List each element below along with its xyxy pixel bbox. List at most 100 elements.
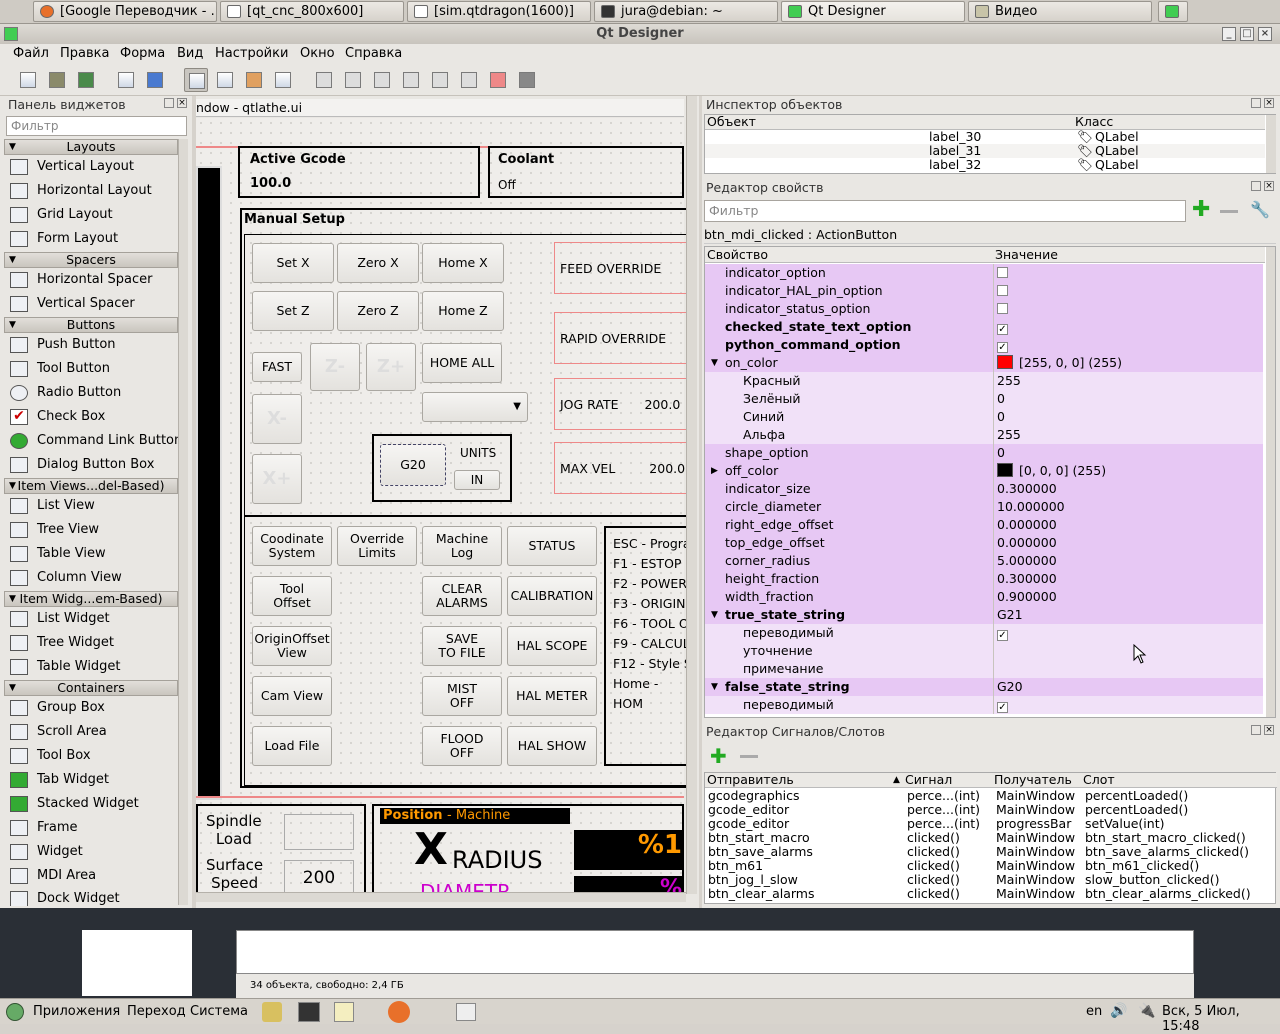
expand-down-icon[interactable]: ▼ xyxy=(711,606,718,624)
color-swatch-icon[interactable] xyxy=(997,463,1013,477)
widget-vertical-spacer[interactable]: Vertical Spacer xyxy=(10,293,135,315)
menu-window[interactable]: Окно xyxy=(300,46,335,61)
widget-stacked-widget[interactable]: Stacked Widget xyxy=(10,793,139,815)
open-file-icon[interactable] xyxy=(45,68,69,92)
property-value[interactable]: ✓ xyxy=(997,336,1008,354)
menu-help[interactable]: Справка xyxy=(345,46,402,61)
property-value[interactable]: 255 xyxy=(997,426,1021,444)
signal-connection-row[interactable]: btn_m61 clicked() MainWindow btn_m61_clicke… xyxy=(705,859,1280,873)
layout-grid-icon[interactable] xyxy=(428,68,452,92)
layout-vertical-icon[interactable] xyxy=(341,68,365,92)
col-property-header[interactable]: Свойство xyxy=(707,247,768,262)
max-vel-slider[interactable]: MAX VEL 200.0 xyxy=(554,442,694,494)
layout-form-icon[interactable] xyxy=(457,68,481,92)
widget-dialog-button-box[interactable]: Dialog Button Box xyxy=(10,454,154,476)
qt-icon[interactable] xyxy=(4,27,18,41)
jog-x-minus-button[interactable]: X- xyxy=(252,394,302,444)
object-row[interactable]: label_32 🏷 QLabel xyxy=(705,158,1265,172)
property-row[interactable]: indicator_HAL_pin_option xyxy=(705,282,1263,300)
property-value[interactable]: 0.000000 xyxy=(997,534,1057,552)
widget-vertical-layout[interactable]: Vertical Layout xyxy=(10,156,134,178)
property-row[interactable]: on_color ▼ [255, 0, 0] (255) xyxy=(705,354,1263,372)
unchecked-checkbox-icon[interactable] xyxy=(997,285,1008,296)
remove-connection-icon[interactable] xyxy=(740,755,758,758)
layout-horizontal-icon[interactable] xyxy=(312,68,336,92)
property-row[interactable]: width_fraction 0.900000 xyxy=(705,588,1263,606)
volume-icon[interactable]: 🔊 xyxy=(1110,1003,1127,1019)
signal-connection-row[interactable]: btn_start_macro clicked() MainWindow btn_st… xyxy=(705,831,1280,845)
widget-tool-button[interactable]: Tool Button xyxy=(10,358,110,380)
menu-view[interactable]: Вид xyxy=(177,46,203,61)
property-row[interactable]: shape_option 0 xyxy=(705,444,1263,462)
object-inspector-scrollbar[interactable] xyxy=(1266,115,1276,173)
taskbar-tab-terminal[interactable]: jura@debian: ~ xyxy=(594,1,778,22)
widget-grid-layout[interactable]: Grid Layout xyxy=(10,204,113,226)
property-row[interactable]: indicator_option xyxy=(705,264,1263,282)
property-row[interactable]: переводимый ✓ xyxy=(705,624,1263,642)
property-value[interactable]: 0.900000 xyxy=(997,588,1057,606)
zero-z-button[interactable]: Zero Z xyxy=(337,291,419,331)
window-titlebar[interactable]: Qt Designer _ □ × xyxy=(0,24,1280,44)
fast-button[interactable]: FAST xyxy=(252,352,302,382)
system-menu[interactable]: Система xyxy=(190,1004,248,1019)
taskbar-tab-qt-mini[interactable] xyxy=(1158,1,1188,22)
checked-checkbox-icon[interactable]: ✓ xyxy=(997,702,1008,713)
expand-down-icon[interactable]: ▼ xyxy=(711,678,718,696)
widget-scroll-area[interactable]: Scroll Area xyxy=(10,721,107,743)
widget-horizontal-spacer[interactable]: Horizontal Spacer xyxy=(10,269,152,291)
new-file-icon[interactable] xyxy=(16,68,40,92)
set-z-button[interactable]: Set Z xyxy=(252,291,334,331)
widget-mdi-area[interactable]: MDI Area xyxy=(10,865,96,887)
property-value[interactable]: ✓ xyxy=(997,318,1008,336)
property-row[interactable]: indicator_size 0.300000 xyxy=(705,480,1263,498)
taskbar-tab-video[interactable]: Видео xyxy=(968,1,1152,22)
edit-buddies-icon[interactable] xyxy=(242,68,266,92)
property-value[interactable]: [0, 0, 0] (255) xyxy=(997,462,1106,480)
property-row[interactable]: circle_diameter 10.000000 xyxy=(705,498,1263,516)
property-value[interactable]: 0.300000 xyxy=(997,570,1057,588)
send-back-icon[interactable] xyxy=(114,68,138,92)
col-object-header[interactable]: Объект xyxy=(707,115,756,129)
property-row[interactable]: примечание xyxy=(705,660,1263,678)
category-item-widgets[interactable]: Item Widg...em-Based) xyxy=(4,591,178,607)
col-value-header[interactable]: Значение xyxy=(995,247,1058,262)
cam-view-button[interactable]: Cam View xyxy=(252,676,332,716)
taskbar-tab-sim[interactable]: [sim.qtdragon(1600)] xyxy=(407,1,591,22)
property-row[interactable]: Альфа 255 xyxy=(705,426,1263,444)
property-value[interactable]: 5.000000 xyxy=(997,552,1057,570)
object-row[interactable]: label_31 🏷 QLabel xyxy=(705,144,1265,158)
property-value[interactable]: ✓ xyxy=(997,624,1008,642)
widget-tree-widget[interactable]: Tree Widget xyxy=(10,632,114,654)
object-row[interactable]: label_30 🏷 QLabel xyxy=(705,130,1265,144)
category-layouts[interactable]: Layouts xyxy=(4,139,178,155)
widget-form-layout[interactable]: Form Layout xyxy=(10,228,118,250)
zero-x-button[interactable]: Zero X xyxy=(337,243,419,283)
edit-widgets-icon[interactable] xyxy=(184,68,208,92)
widget-group-box[interactable]: Group Box xyxy=(10,697,105,719)
form-hscrollbar[interactable] xyxy=(196,892,686,902)
property-row[interactable]: Зелёный 0 xyxy=(705,390,1263,408)
save-to-file-button[interactable]: SAVE TO FILE xyxy=(422,626,502,666)
tool-offset-button[interactable]: Tool Offset xyxy=(252,576,332,616)
widget-command-link-button[interactable]: Command Link Button xyxy=(10,430,182,452)
maximize-icon[interactable]: □ xyxy=(1240,27,1254,41)
widget-table-widget[interactable]: Table Widget xyxy=(10,656,121,678)
property-row[interactable]: Красный 255 xyxy=(705,372,1263,390)
float-icon[interactable] xyxy=(1251,98,1261,108)
property-row[interactable]: off_color ▶ [0, 0, 0] (255) xyxy=(705,462,1263,480)
layout-splitter-v-icon[interactable] xyxy=(399,68,423,92)
edit-signals-icon[interactable] xyxy=(213,68,237,92)
break-layout-icon[interactable] xyxy=(486,68,510,92)
widget-column-view[interactable]: Column View xyxy=(10,567,122,589)
configure-wrench-icon[interactable]: 🔧 xyxy=(1250,200,1270,219)
home-all-button[interactable]: HOME ALL xyxy=(422,343,502,383)
widget-radio-button[interactable]: Radio Button xyxy=(10,382,121,404)
origin-offset-view-button[interactable]: OriginOffset View xyxy=(252,626,332,666)
property-value[interactable]: ✓ xyxy=(997,696,1008,714)
property-row[interactable]: height_fraction 0.300000 xyxy=(705,570,1263,588)
text-editor-icon[interactable] xyxy=(334,1002,354,1022)
clear-alarms-button[interactable]: CLEAR ALARMS xyxy=(422,576,502,616)
category-item-views[interactable]: Item Views...del-Based) xyxy=(4,478,178,494)
menu-file[interactable]: Файл xyxy=(13,46,49,61)
property-row[interactable]: переводимый ✓ xyxy=(705,696,1263,714)
